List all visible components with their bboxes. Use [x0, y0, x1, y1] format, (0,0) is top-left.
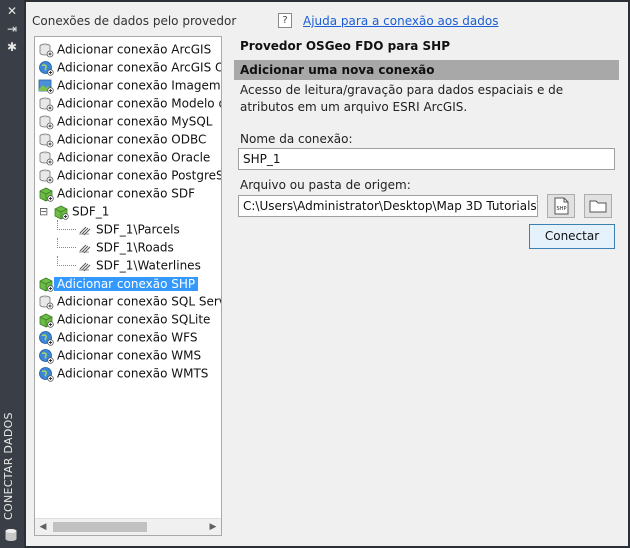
providers-title: Conexões de dados pelo provedor	[32, 14, 237, 28]
layer-icon	[79, 262, 91, 271]
tree-item-label: Adicionar conexão PostgreSQL	[57, 168, 222, 183]
connection-name-input[interactable]: SHP_1	[238, 148, 615, 170]
tree-item[interactable]: Adicionar conexão ODBC	[38, 130, 206, 148]
tree-item[interactable]: SDF_1\Waterlines	[57, 256, 201, 274]
scroll-right-icon[interactable]: ▶	[207, 521, 219, 533]
tree-item-label: Adicionar conexão Modelo de dados	[57, 96, 221, 111]
connection-name-label: Nome da conexão:	[240, 132, 353, 146]
cube-icon	[39, 277, 54, 292]
palette-side-strip: ✕ ⇥ ✱ CONECTAR DADOS	[0, 0, 24, 548]
tree-item-label: Adicionar conexão Oracle	[57, 150, 211, 165]
layer-icon	[79, 226, 91, 235]
tree-item-label: Adicionar conexão WMS	[57, 348, 202, 363]
tree-item-label: Adicionar conexão SQLite	[57, 312, 211, 327]
database-icon	[39, 151, 54, 165]
tree-item[interactable]: Adicionar conexão SDF	[38, 184, 195, 202]
database-icon	[39, 295, 54, 309]
tree-item[interactable]: Adicionar conexão ArcGIS Online	[38, 58, 221, 76]
browse-shp-file-button[interactable]: SHP	[547, 194, 575, 218]
globe-icon	[39, 330, 54, 346]
close-icon[interactable]: ✕	[4, 4, 20, 18]
tree-item[interactable]: Adicionar conexão SQL Server	[38, 292, 222, 310]
tree-item[interactable]: Adicionar conexão Oracle	[38, 148, 210, 166]
tree-item[interactable]: Adicionar conexão PostgreSQL	[38, 166, 222, 184]
tree-item-label: Adicionar conexão SDF	[57, 186, 196, 201]
tree-item-label: Adicionar conexão WMTS	[57, 366, 209, 381]
palette-vertical-title: CONECTAR DADOS	[2, 412, 15, 520]
database-icon	[39, 97, 54, 111]
tree-item-label: Adicionar conexão ArcGIS Online	[57, 60, 221, 75]
connect-button[interactable]: Conectar	[529, 224, 615, 249]
provider-description: Acesso de leitura/gravação para dados es…	[240, 83, 564, 114]
shp-icon-label: SHP	[557, 206, 567, 212]
tree-item-label: SDF_1\Roads	[96, 240, 174, 255]
help-icon[interactable]: ?	[278, 13, 292, 28]
scroll-left-icon[interactable]: ◀	[37, 521, 49, 533]
settings-icon[interactable]: ✱	[4, 40, 20, 54]
tree-collapse-icon[interactable]: ⊟	[39, 203, 51, 221]
cube-icon	[39, 313, 54, 328]
cube-icon	[39, 187, 54, 202]
tree-item[interactable]: Adicionar conexão WMTS	[38, 364, 208, 382]
tree-item[interactable]: Adicionar conexão Imagem ou superfície	[38, 76, 221, 94]
tree-item-label: SDF_1\Parcels	[96, 222, 180, 237]
tree-item-label: Adicionar conexão WFS	[57, 330, 198, 345]
tree-item-label: SDF_1\Waterlines	[96, 258, 201, 273]
horizontal-scrollbar[interactable]: ◀ ▶	[35, 518, 221, 535]
section-title: Adicionar uma nova conexão	[240, 63, 435, 77]
folder-icon	[589, 200, 607, 213]
globe-icon	[39, 348, 54, 364]
tree-item[interactable]: ⊟ SDF_1	[39, 202, 109, 220]
tree-connector	[57, 256, 76, 266]
tree-item-label: SDF_1	[72, 204, 110, 219]
pin-icon[interactable]: ⇥	[4, 22, 20, 36]
tree-item-selected[interactable]: Adicionar conexão SHP	[38, 274, 199, 292]
scrollbar-thumb[interactable]	[53, 522, 147, 532]
tree-item-label: Adicionar conexão SQL Server	[57, 294, 222, 309]
database-icon	[39, 43, 54, 57]
tree-item-label: Adicionar conexão MySQL	[57, 114, 213, 129]
cube-icon	[54, 205, 69, 220]
data-connect-panel: Conexões de dados pelo provedor Adiciona…	[26, 2, 628, 546]
source-file-label: Arquivo ou pasta de origem:	[240, 178, 411, 192]
tree-item-label: Adicionar conexão ArcGIS	[57, 42, 212, 57]
tree-item[interactable]: Adicionar conexão MySQL	[38, 112, 212, 130]
database-icon	[39, 133, 54, 147]
tree-item[interactable]: SDF_1\Roads	[57, 238, 174, 256]
tree-item[interactable]: Adicionar conexão WMS	[38, 346, 201, 364]
tree-item-label: Adicionar conexão SHP	[54, 276, 199, 291]
tree-item-label: Adicionar conexão Imagem ou superfície	[57, 78, 221, 93]
help-link[interactable]: Ajuda para a conexão aos dados	[303, 14, 498, 28]
section-header: Adicionar uma nova conexão	[234, 60, 619, 80]
tree-item[interactable]: Adicionar conexão SQLite	[38, 310, 210, 328]
tree-item[interactable]: Adicionar conexão ArcGIS	[38, 40, 211, 58]
database-icon	[39, 169, 54, 183]
source-file-input[interactable]: C:\Users\Administrator\Desktop\Map 3D Tu…	[238, 195, 538, 217]
browse-folder-button[interactable]	[584, 194, 612, 218]
tree-item[interactable]: Adicionar conexão WFS	[38, 328, 197, 346]
layer-icon	[79, 244, 91, 253]
provider-title: Provedor OSGeo FDO para SHP	[240, 39, 450, 53]
globe-icon	[39, 60, 54, 76]
provider-tree[interactable]: Adicionar conexão ArcGIS Adicionar conexã…	[34, 36, 222, 536]
tree-connector	[57, 238, 76, 248]
tree-item[interactable]: SDF_1\Parcels	[57, 220, 180, 238]
tree-item[interactable]: Adicionar conexão Modelo de dados	[38, 94, 221, 112]
raster-icon	[38, 79, 54, 94]
shp-file-icon: SHP	[554, 197, 569, 215]
tree-item-label: Adicionar conexão ODBC	[57, 132, 207, 147]
tree-connector	[57, 220, 76, 230]
database-icon	[39, 115, 54, 129]
globe-icon	[39, 366, 54, 382]
database-icon	[5, 529, 17, 541]
